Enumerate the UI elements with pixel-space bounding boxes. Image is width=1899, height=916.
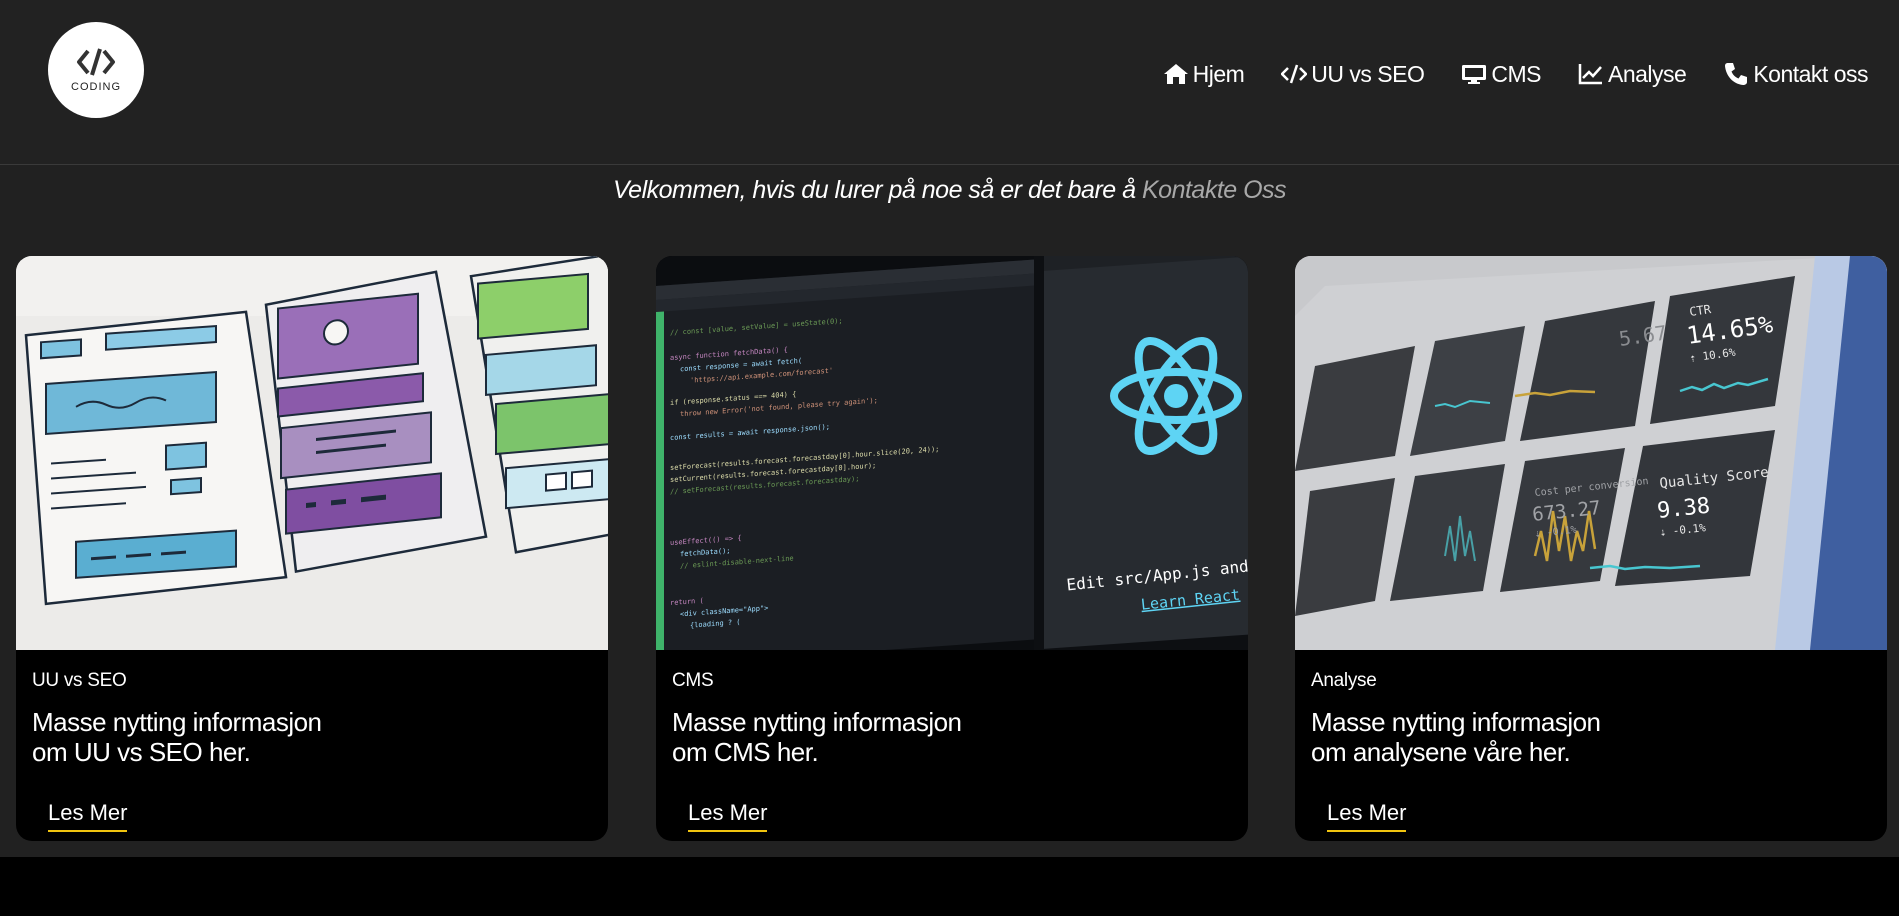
page: CODING Hjem UU vs SEO CMS Analyse Kontak… bbox=[0, 0, 1899, 916]
nav-label: Analyse bbox=[1607, 60, 1687, 87]
home-icon bbox=[1163, 64, 1188, 84]
phone-icon bbox=[1725, 63, 1748, 85]
card-description: Masse nytting informasjon om UU vs SEO h… bbox=[32, 707, 452, 767]
card-tag: Analyse bbox=[1311, 670, 1377, 691]
nav-label: CMS bbox=[1491, 60, 1541, 87]
nav-label: Hjem bbox=[1192, 60, 1245, 87]
site-header: CODING Hjem UU vs SEO CMS Analyse Kontak… bbox=[0, 0, 1899, 165]
line-chart-icon bbox=[1578, 64, 1602, 85]
analytics-dashboard-image: CTR 14.65% ⇡ 10.6% 5.67 Quality Score 9.… bbox=[1295, 256, 1887, 650]
nav-item-kontakt-oss[interactable]: Kontakt oss bbox=[1723, 61, 1868, 88]
main-nav: Hjem UU vs SEO CMS Analyse Kontakt oss bbox=[1163, 56, 1868, 92]
card-description-line: Masse nytting informasjon bbox=[672, 707, 962, 737]
card-cms: // const [value, setValue] = useState(0)… bbox=[656, 256, 1248, 841]
read-more-button[interactable]: Les Mer bbox=[48, 800, 128, 832]
card-description-line: om CMS her. bbox=[672, 737, 819, 767]
logo-text: CODING bbox=[71, 81, 121, 93]
welcome-text: Velkommen, hvis du lurer på noe så er de… bbox=[612, 176, 1142, 204]
code-editor-react-image: // const [value, setValue] = useState(0)… bbox=[656, 256, 1248, 650]
code-brackets-icon bbox=[77, 48, 115, 76]
card-description-line: Masse nytting informasjon bbox=[1311, 707, 1601, 737]
card-description-line: Masse nytting informasjon bbox=[32, 707, 322, 737]
read-more-button[interactable]: Les Mer bbox=[1327, 800, 1407, 832]
card-description-line: om analysene våre her. bbox=[1311, 737, 1571, 767]
nav-item-uu-vs-seo[interactable]: UU vs SEO bbox=[1281, 60, 1425, 88]
desktop-icon bbox=[1462, 65, 1487, 84]
nav-item-hjem[interactable]: Hjem bbox=[1163, 61, 1245, 88]
nav-item-analyse[interactable]: Analyse bbox=[1578, 60, 1687, 88]
nav-item-cms[interactable]: CMS bbox=[1461, 61, 1541, 88]
card-analyse: CTR 14.65% ⇡ 10.6% 5.67 Quality Score 9.… bbox=[1295, 256, 1887, 841]
card-description: Masse nytting informasjon om CMS her. bbox=[672, 707, 1092, 767]
wireframe-sketch-image bbox=[16, 256, 608, 650]
welcome-message: Velkommen, hvis du lurer på noe så er de… bbox=[0, 176, 1899, 205]
code-icon bbox=[1281, 64, 1308, 84]
nav-label: Kontakt oss bbox=[1753, 60, 1868, 87]
read-more-button[interactable]: Les Mer bbox=[688, 800, 768, 832]
card-uu-vs-seo: UU vs SEO Masse nytting informasjon om U… bbox=[16, 256, 608, 841]
logo[interactable]: CODING bbox=[48, 22, 144, 118]
nav-label: UU vs SEO bbox=[1311, 60, 1425, 87]
card-description-line: om UU vs SEO her. bbox=[32, 737, 251, 767]
contact-link[interactable]: Kontakte Oss bbox=[1142, 176, 1287, 204]
card-tag: UU vs SEO bbox=[32, 670, 127, 691]
card-description: Masse nytting informasjon om analysene v… bbox=[1311, 707, 1731, 767]
card-tag: CMS bbox=[672, 670, 714, 691]
